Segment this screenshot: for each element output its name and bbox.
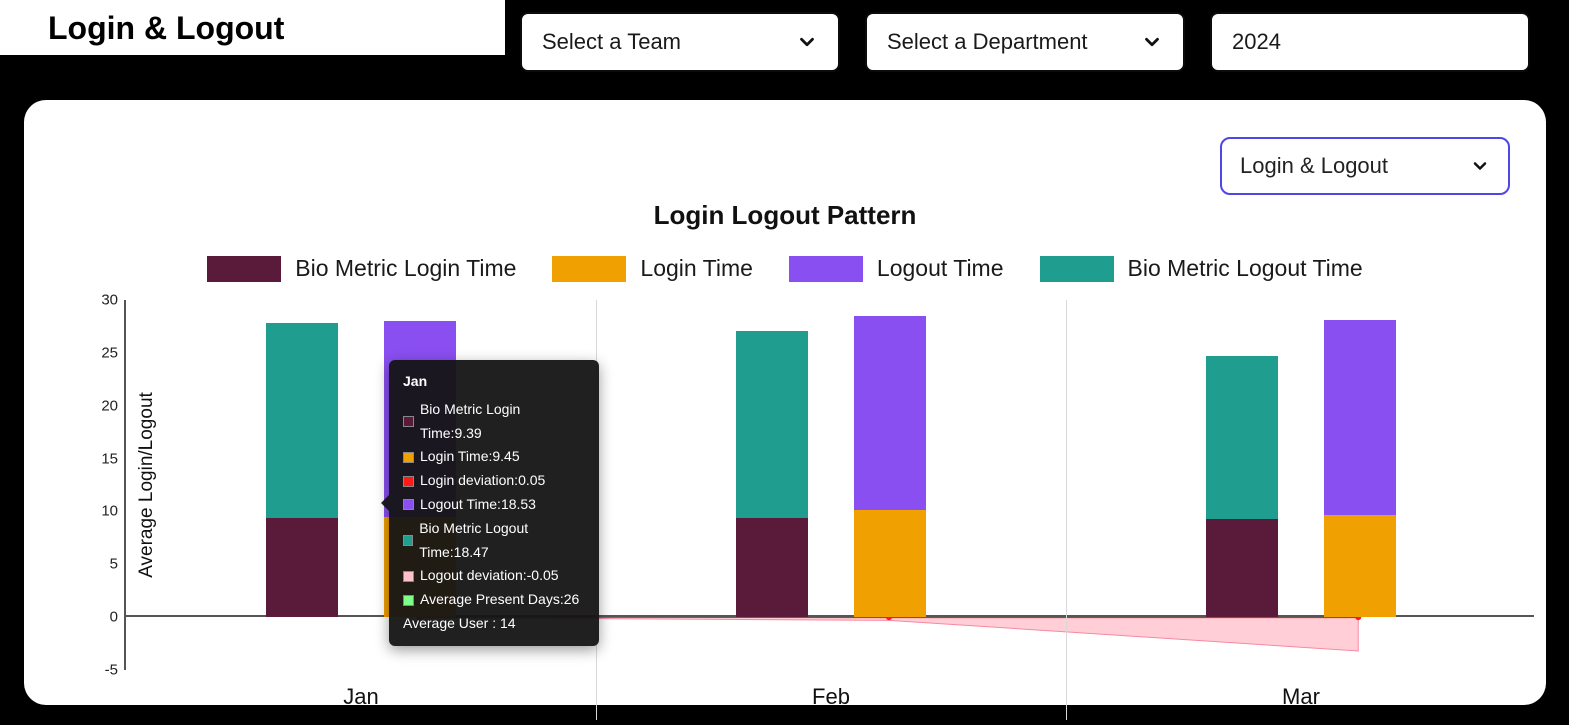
chart-card: Login & Logout Login Logout Pattern Bio … (24, 100, 1546, 705)
y-tick: 15 (101, 450, 118, 467)
legend-swatch (552, 256, 626, 282)
y-tick: 25 (101, 344, 118, 361)
y-tick: -5 (105, 662, 118, 679)
chart-plot[interactable]: JanFebMar (124, 300, 1534, 670)
chevron-down-icon (1470, 156, 1490, 176)
x-tick: Jan (343, 684, 378, 710)
bar-logout (1324, 320, 1396, 515)
bar-bio-login (736, 518, 808, 617)
team-select-label: Select a Team (542, 29, 796, 55)
tooltip-text: Login Time:9.45 (420, 445, 520, 469)
bar-bio-login (1206, 519, 1278, 617)
bar-bio-logout (736, 331, 808, 519)
tooltip-row: Average Present Days:26 (403, 588, 585, 612)
legend-label: Logout Time (877, 255, 1004, 282)
tooltip-row: Logout deviation:-0.05 (403, 564, 585, 588)
legend-swatch (207, 256, 281, 282)
page-title-card: Login & Logout (0, 0, 505, 55)
tooltip-title: Jan (403, 370, 585, 394)
tooltip-swatch (403, 416, 414, 427)
legend-swatch (789, 256, 863, 282)
department-select-label: Select a Department (887, 29, 1141, 55)
bar[interactable] (1206, 409, 1278, 670)
legend-item[interactable]: Bio Metric Login Time (207, 255, 516, 282)
tooltip-swatch (403, 571, 414, 582)
bar-bio-login (266, 518, 338, 617)
tooltip-text: Bio Metric Login Time:9.39 (420, 398, 585, 446)
bar-bio-logout (1206, 356, 1278, 519)
chart-tooltip: Jan Bio Metric Login Time:9.39Login Time… (389, 360, 599, 646)
bar[interactable] (266, 375, 338, 670)
bar[interactable] (736, 384, 808, 670)
legend-label: Bio Metric Login Time (295, 255, 516, 282)
tooltip-swatch (403, 476, 414, 487)
legend-item[interactable]: Logout Time (789, 255, 1004, 282)
chevron-down-icon (1141, 31, 1163, 53)
page-title: Login & Logout (48, 10, 505, 47)
y-tick: 20 (101, 397, 118, 414)
tooltip-row: Bio Metric Logout Time:18.47 (403, 517, 585, 565)
legend-item[interactable]: Login Time (552, 255, 753, 282)
legend-swatch (1040, 256, 1114, 282)
year-select[interactable]: 2024 (1210, 12, 1530, 72)
x-tick: Mar (1282, 684, 1320, 710)
tooltip-swatch (403, 535, 413, 546)
tooltip-text: Bio Metric Logout Time:18.47 (419, 517, 585, 565)
bar-logout (854, 316, 926, 510)
tooltip-row: Login deviation:0.05 (403, 469, 585, 493)
legend-item[interactable]: Bio Metric Logout Time (1040, 255, 1363, 282)
tooltip-swatch (403, 499, 414, 510)
tooltip-swatch (403, 452, 414, 463)
y-axis-ticks: -5051015202530 (94, 300, 124, 670)
year-select-value: 2024 (1232, 29, 1508, 55)
tooltip-body: Bio Metric Login Time:9.39Login Time:9.4… (403, 398, 585, 612)
tooltip-footer: Average User : 14 (403, 612, 585, 636)
y-tick: 5 (110, 556, 118, 573)
legend-label: Login Time (640, 255, 753, 282)
bar[interactable] (1324, 373, 1396, 670)
y-tick: 10 (101, 503, 118, 520)
chart-title: Login Logout Pattern (24, 200, 1546, 231)
chart-type-select-value: Login & Logout (1240, 153, 1470, 179)
tooltip-text: Login deviation:0.05 (420, 469, 545, 493)
chart-type-select[interactable]: Login & Logout (1220, 137, 1510, 195)
team-select[interactable]: Select a Team (520, 12, 840, 72)
y-tick: 30 (101, 292, 118, 309)
legend-label: Bio Metric Logout Time (1128, 255, 1363, 282)
bar-login (1324, 515, 1396, 617)
tooltip-row: Bio Metric Login Time:9.39 (403, 398, 585, 446)
chart-legend: Bio Metric Login Time Login Time Logout Ti… (24, 255, 1546, 282)
tooltip-text: Logout Time:18.53 (420, 493, 536, 517)
bar-login (854, 510, 926, 617)
tooltip-swatch (403, 595, 414, 606)
department-select[interactable]: Select a Department (865, 12, 1185, 72)
bar[interactable] (854, 369, 926, 670)
bar-bio-logout (266, 323, 338, 518)
chevron-down-icon (796, 31, 818, 53)
tooltip-row: Logout Time:18.53 (403, 493, 585, 517)
tooltip-row: Login Time:9.45 (403, 445, 585, 469)
chart-area: Average Login/Logout -5051015202530 JanF… (94, 300, 1534, 670)
tooltip-text: Average Present Days:26 (420, 588, 579, 612)
x-tick: Feb (812, 684, 850, 710)
y-tick: 0 (110, 609, 118, 626)
tooltip-text: Logout deviation:-0.05 (420, 564, 559, 588)
